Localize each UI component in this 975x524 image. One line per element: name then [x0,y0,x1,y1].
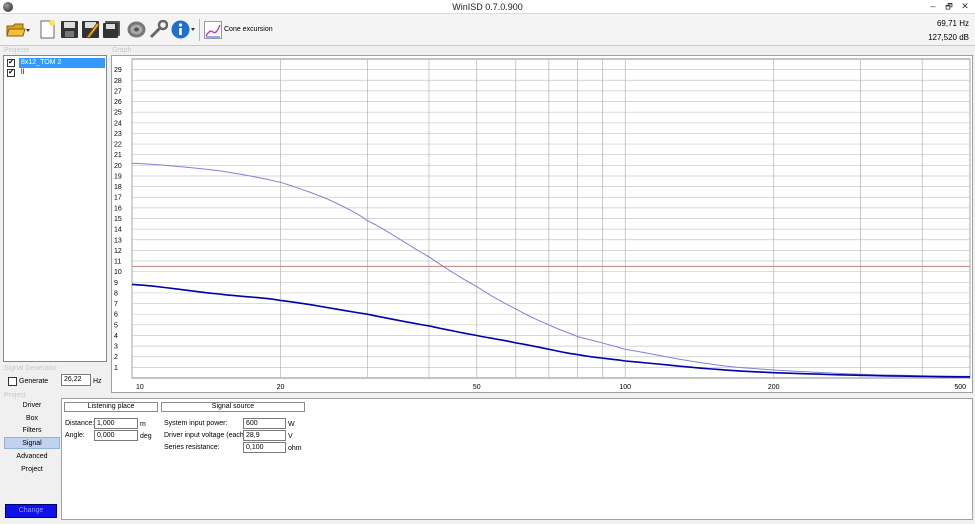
graph-panel[interactable]: 1 2 3 4 5 6 7 8 9 10 11 12 13 14 15 16 17 18 19 20 21 22 23 24 2… [111,55,973,393]
cone-graph-icon [204,21,222,39]
y-tick-label: 29 [114,67,122,74]
y-tick-label: 1 [114,365,118,372]
nav-box[interactable]: Box [4,413,60,425]
y-tick-label: 14 [114,227,122,234]
cursor-level: 127,520 dB [928,33,969,42]
y-tick-label: 23 [114,131,122,138]
y-tick-label: 19 [114,173,122,180]
angle-unit: deg [140,433,152,440]
new-document-icon[interactable] [38,20,57,39]
x-tick-label: 10 [136,384,144,391]
y-tick-label: 27 [114,88,122,95]
angle-input[interactable]: 0,000 [94,430,138,441]
angle-label: Angle: [65,432,85,439]
nav-project[interactable]: Project [4,464,60,476]
window-title: WinISD 0.7.0.900 [452,2,523,12]
toolbar-separator [199,19,200,41]
project-checkbox[interactable]: ✔ [7,69,15,77]
cone-excursion-chart[interactable]: 1234567891011121314151617181920212223242… [112,56,972,392]
nav-driver[interactable]: Driver [4,400,60,412]
signal-panel: Listening place Signal source Distance: … [61,398,973,520]
y-tick-label: 16 [114,205,122,212]
project-checkbox[interactable]: ✔ [7,59,15,67]
y-tick-label: 10 [114,269,122,276]
wrench-icon[interactable] [149,19,169,39]
y-tick-label: 17 [114,195,122,202]
signal-generator-header: Signal Generator [4,365,57,372]
speaker-icon[interactable] [127,20,146,39]
y-tick-label: 12 [114,248,122,255]
y-tick-label: 22 [114,142,122,149]
title-bar: WinISD 0.7.0.900 – 🗗 ✕ [0,0,975,14]
x-tick-label: 200 [768,384,780,391]
graph-type-selector[interactable]: Cone excursion [204,21,284,39]
y-tick-label: 4 [114,333,118,340]
series-resistance-unit: ohm [288,445,302,452]
y-tick-label: 2 [114,354,118,361]
cursor-frequency: 69,71 Hz [936,19,969,28]
generate-label: Generate [19,378,49,385]
project-label: 8x12_TOM 2 [19,58,105,68]
restore-icon[interactable]: 🗗 [941,0,957,13]
floppy-stack-icon[interactable] [102,20,121,39]
y-tick-label: 26 [114,99,122,106]
input-power-unit: W [288,421,295,428]
project-item[interactable]: ✔ 8x12_TOM 2 [5,58,106,68]
change-button[interactable]: Change [5,504,57,518]
floppy-disk-icon[interactable] [60,20,79,39]
minimize-icon[interactable]: – [925,0,941,13]
y-tick-label: 9 [114,280,118,287]
project-label: ll [21,69,25,76]
generator-frequency-input[interactable]: 26,22 [61,374,91,386]
y-tick-label: 11 [114,259,121,266]
toolbar: Cone excursion 69,71 Hz 127,520 dB [0,14,975,46]
project-nav-header: Project [4,392,26,399]
y-tick-label: 21 [114,152,122,159]
input-voltage-unit: V [288,433,293,440]
y-tick-label: 6 [114,312,118,319]
tab-signal-source[interactable]: Signal source [161,402,305,412]
x-tick-label: 20 [277,384,285,391]
input-voltage-input[interactable]: 28,9 [243,430,286,441]
tab-listening-place[interactable]: Listening place [64,402,158,412]
distance-label: Distance: [65,420,95,427]
nav-signal[interactable]: Signal [4,437,60,449]
projects-header: Projects [4,47,30,54]
folder-icon[interactable] [6,20,30,39]
info-icon[interactable] [171,20,195,39]
floppy-pencil-icon[interactable] [81,20,100,39]
y-tick-label: 28 [114,78,122,85]
input-power-input[interactable]: 600 [243,418,286,429]
x-tick-label: 100 [619,384,631,391]
y-tick-label: 8 [114,290,118,297]
y-tick-label: 13 [114,237,122,244]
series-resistance-label: Series resistance: [164,444,220,451]
distance-input[interactable]: 1,000 [94,418,138,429]
close-icon[interactable]: ✕ [957,0,973,13]
y-tick-label: 7 [114,301,118,308]
nav-advanced[interactable]: Advanced [4,451,60,463]
y-tick-label: 5 [114,322,118,329]
y-tick-label: 3 [114,344,118,351]
y-tick-label: 20 [114,163,122,170]
graph-type-label: Cone excursion [224,26,273,33]
series-resistance-input[interactable]: 0,100 [243,442,286,453]
input-voltage-label: Driver input voltage (each): [164,432,249,439]
nav-filters[interactable]: Filters [4,425,60,437]
y-tick-label: 15 [114,216,122,223]
y-tick-label: 25 [114,110,122,117]
y-tick-label: 24 [114,120,122,127]
generate-checkbox[interactable] [8,377,17,386]
distance-unit: m [140,421,146,428]
graph-header: Graph [112,47,132,54]
project-item[interactable]: ✔ ll [5,68,106,78]
projects-list: ✔ 8x12_TOM 2 ✔ ll [3,55,107,362]
generator-frequency-unit: Hz [93,378,102,385]
input-power-label: System input power: [164,420,228,427]
y-tick-label: 18 [114,184,122,191]
x-tick-label: 50 [473,384,481,391]
x-tick-label: 500 [954,384,966,391]
